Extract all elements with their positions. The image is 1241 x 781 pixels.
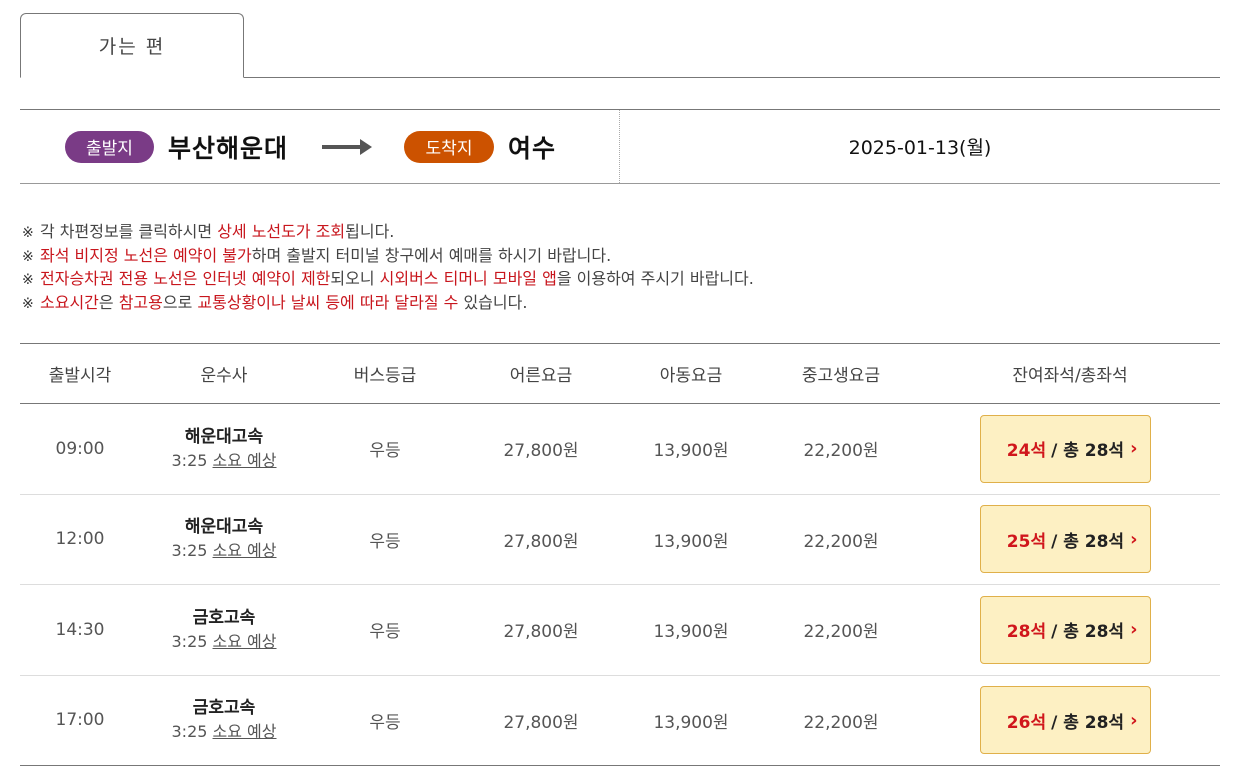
chevron-right-icon: › <box>1130 528 1138 550</box>
reference-mark-icon: ※ <box>22 272 34 288</box>
select-seat-button[interactable]: 28석 / 총 28석 › <box>979 595 1151 664</box>
remaining-seats: 24석 <box>1006 441 1047 462</box>
notice-text: 됩니다. <box>345 222 395 241</box>
notice-text: 으로 <box>162 292 198 312</box>
departure-time: 17:00 <box>55 710 105 731</box>
duration: 3:25 소요 예상 <box>171 541 277 561</box>
chevron-right-icon: › <box>1130 438 1138 460</box>
notice-highlight: 전자승차권 전용 노선은 인터넷 예약이 제한 <box>40 269 331 288</box>
notice-highlight: 소요시간 <box>40 292 99 312</box>
seats-cell: 28석 / 총 28석 › <box>920 595 1220 664</box>
notice-text: 각 차편정보를 클릭하시면 <box>40 222 218 241</box>
notice-item: ※ 소요시간은 참고용으로 교통상황이나 날씨 등에 따라 달라질 수 있습니다. <box>22 292 1212 316</box>
table-row[interactable]: 14:30 금호고속 3:25 소요 예상 우등 27,800원 13,900원… <box>20 585 1220 676</box>
header-departure-time: 출발시각 <box>48 366 112 386</box>
company-cell: 해운대고속 3:25 소요 예상 <box>140 515 308 563</box>
notice-text: 을 이용하여 주시기 바랍니다. <box>556 269 754 288</box>
company-cell: 금호고속 3:25 소요 예상 <box>140 606 308 654</box>
notice-text: 은 <box>98 292 119 312</box>
bus-grade: 우등 <box>369 531 401 552</box>
teen-fare: 22,200원 <box>803 622 879 643</box>
tab-outbound[interactable]: 가는 편 <box>20 13 244 78</box>
notice-highlight: 참고용 <box>118 292 163 312</box>
select-seat-button[interactable]: 26석 / 총 28석 › <box>979 686 1151 755</box>
child-fare: 13,900원 <box>653 531 729 552</box>
teen-fare: 22,200원 <box>803 712 879 733</box>
select-seat-button[interactable]: 25석 / 총 28석 › <box>979 505 1151 574</box>
departure-date: 2025-01-13(월) <box>848 137 992 159</box>
total-seats: / 총 28석 <box>1051 441 1125 462</box>
remaining-seats: 28석 <box>1006 622 1047 643</box>
duration: 3:25 소요 예상 <box>171 631 277 651</box>
notice-highlight: 교통상황이나 날씨 등에 따라 달라질 수 <box>197 292 459 312</box>
departure-badge: 출발지 <box>65 130 154 163</box>
table-row[interactable]: 17:00 금호고속 3:25 소요 예상 우등 27,800원 13,900원… <box>20 676 1220 766</box>
notice-item: ※ 각 차편정보를 클릭하시면 상세 노선도가 조회됩니다. <box>22 221 1212 245</box>
child-fare: 13,900원 <box>653 441 729 462</box>
company-cell: 해운대고속 3:25 소요 예상 <box>140 425 308 473</box>
table-header: 출발시각 운수사 버스등급 어른요금 아동요금 중고생요금 잔여좌석/총좌석 <box>20 344 1220 404</box>
total-seats: / 총 28석 <box>1051 622 1125 643</box>
notice-list: ※ 각 차편정보를 클릭하시면 상세 노선도가 조회됩니다. ※ 좌석 비지정 노선… <box>22 221 1212 315</box>
total-seats: / 총 28석 <box>1051 712 1125 733</box>
notice-text: 되오니 <box>330 269 380 288</box>
adult-fare: 27,800원 <box>503 712 579 733</box>
departure-time: 14:30 <box>55 619 105 640</box>
bus-grade: 우등 <box>369 622 401 643</box>
total-seats: / 총 28석 <box>1051 531 1125 552</box>
remaining-seats: 25석 <box>1006 531 1047 552</box>
header-seats: 잔여좌석/총좌석 <box>1012 366 1128 386</box>
bus-grade: 우등 <box>369 441 401 462</box>
notice-highlight: 시외버스 티머니 모바일 앱 <box>379 269 557 288</box>
company-name: 해운대고속 <box>184 426 264 447</box>
departure-time: 12:00 <box>55 529 105 550</box>
table-row[interactable]: 12:00 해운대고속 3:25 소요 예상 우등 27,800원 13,900… <box>20 495 1220 585</box>
departure-time: 09:00 <box>55 438 105 459</box>
notice-highlight: 좌석 비지정 노선은 예약이 불가 <box>40 245 252 265</box>
reference-mark-icon: ※ <box>22 225 34 241</box>
company-cell: 금호고속 3:25 소요 예상 <box>140 696 308 744</box>
duration: 3:25 소요 예상 <box>171 722 277 742</box>
reference-mark-icon: ※ <box>22 295 34 312</box>
seats-cell: 24석 / 총 28석 › <box>920 414 1220 483</box>
adult-fare: 27,800원 <box>503 531 579 552</box>
departure-name: 부산해운대 <box>168 133 289 163</box>
reference-mark-icon: ※ <box>22 248 34 265</box>
notice-highlight: 상세 노선도가 조회 <box>217 222 346 241</box>
child-fare: 13,900원 <box>653 712 729 733</box>
notice-text: 하며 출발지 터미널 창구에서 예매를 하시기 바랍니다. <box>251 245 612 265</box>
chevron-right-icon: › <box>1130 709 1138 731</box>
header-teen-fare: 중고생요금 <box>801 366 881 386</box>
teen-fare: 22,200원 <box>803 531 879 552</box>
duration: 3:25 소요 예상 <box>171 450 277 470</box>
route-summary: 출발지 부산해운대 도착지 여수 2025-01-13(월) <box>20 109 1220 184</box>
notice-text: 있습니다. <box>458 292 528 312</box>
arrival-name: 여수 <box>508 133 557 163</box>
company-name: 금호고속 <box>192 607 256 628</box>
company-name: 금호고속 <box>192 698 256 719</box>
chevron-right-icon: › <box>1130 619 1138 641</box>
adult-fare: 27,800원 <box>503 622 579 643</box>
arrival-badge: 도착지 <box>404 130 495 163</box>
adult-fare: 27,800원 <box>503 441 579 462</box>
seats-cell: 25석 / 총 28석 › <box>920 505 1220 574</box>
route-places: 출발지 부산해운대 도착지 여수 <box>20 110 620 183</box>
header-adult-fare: 어른요금 <box>509 366 573 386</box>
seats-cell: 26석 / 총 28석 › <box>920 686 1220 755</box>
table-row[interactable]: 09:00 해운대고속 3:25 소요 예상 우등 27,800원 13,900… <box>20 404 1220 495</box>
notice-item: ※ 전자승차권 전용 노선은 인터넷 예약이 제한되오니 시외버스 티머니 모바일… <box>22 268 1212 292</box>
bus-grade: 우등 <box>369 712 401 733</box>
arrow-right-icon <box>322 137 373 157</box>
company-name: 해운대고속 <box>184 517 264 538</box>
schedule-table: 출발시각 운수사 버스등급 어른요금 아동요금 중고생요금 잔여좌석/총좌석 0… <box>20 343 1220 766</box>
teen-fare: 22,200원 <box>803 441 879 462</box>
header-child-fare: 아동요금 <box>659 366 723 386</box>
header-company: 운수사 <box>200 366 248 386</box>
remaining-seats: 26석 <box>1006 712 1047 733</box>
notice-item: ※ 좌석 비지정 노선은 예약이 불가하며 출발지 터미널 창구에서 예매를 하시… <box>22 245 1212 269</box>
child-fare: 13,900원 <box>653 622 729 643</box>
select-seat-button[interactable]: 24석 / 총 28석 › <box>979 414 1151 483</box>
header-bus-grade: 버스등급 <box>353 366 417 386</box>
tab-bar: 가는 편 <box>20 13 1220 78</box>
